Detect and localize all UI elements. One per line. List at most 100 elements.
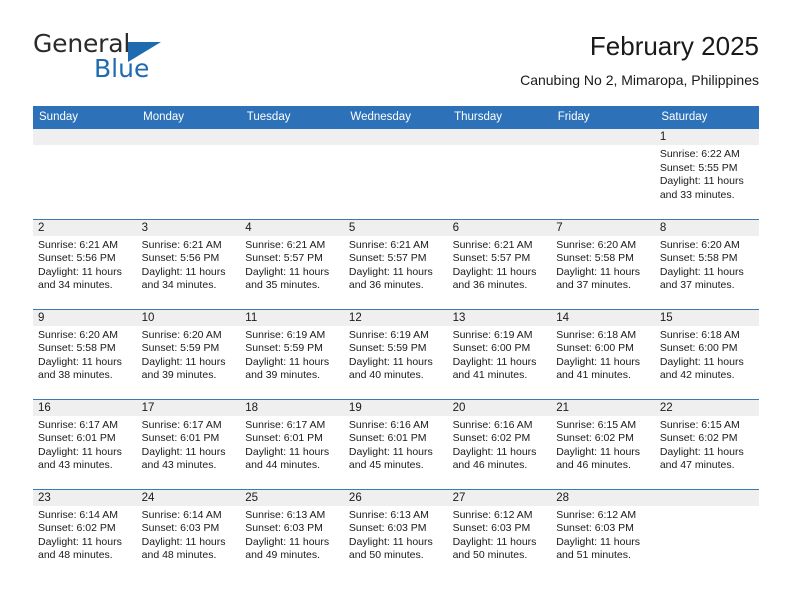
calendar-cell-inner: 9 Sunrise: 6:20 AM Sunset: 5:58 PM Daylight… (33, 309, 137, 399)
day-number: 26 (343, 489, 448, 506)
sunset-text: Sunset: 6:01 PM (141, 432, 220, 445)
calendar-day-cell[interactable]: 27 Sunrise: 6:12 AM Sunset: 6:03 PM Dayligh… (447, 488, 552, 580)
sun-info: Sunrise: 6:14 AM Sunset: 6:03 PM Daylight:… (137, 506, 241, 563)
calendar-day-cell[interactable]: 25 Sunrise: 6:13 AM Sunset: 6:03 PM Dayligh… (240, 488, 344, 579)
calendar-day-cell[interactable]: 4 Sunrise: 6:21 AM Sunset: 5:57 PM Daylight… (240, 218, 344, 309)
calendar-week-row: 9 Sunrise: 6:20 AM Sunset: 5:58 PM Daylight… (33, 308, 759, 399)
calendar-day-cell[interactable]: 28 Sunrise: 6:12 AM Sunset: 6:03 PM Dayligh… (551, 488, 655, 579)
day-number (654, 489, 759, 506)
calendar-day-cell[interactable]: 3 Sunrise: 6:21 AM Sunset: 5:56 PM Daylight… (136, 218, 241, 309)
calendar-day-cell[interactable]: 21 Sunrise: 6:15 AM Sunset: 6:02 PM Dayligh… (551, 398, 655, 489)
sun-info: Sunrise: 6:13 AM Sunset: 6:03 PM Daylight:… (240, 506, 344, 563)
day-number: 13 (447, 309, 552, 326)
calendar-cell-inner: 22 Sunrise: 6:15 AM Sunset: 6:02 PM Dayligh… (654, 399, 759, 489)
sunrise-text: Sunrise: 6:17 AM (141, 418, 222, 431)
calendar-day-cell[interactable]: 13 Sunrise: 6:19 AM Sunset: 6:00 PM Dayligh… (447, 308, 552, 399)
sunrise-text: Sunrise: 6:18 AM (556, 328, 637, 341)
calendar-day-cell[interactable]: 2 Sunrise: 6:21 AM Sunset: 5:56 PM Daylight… (33, 218, 137, 309)
calendar-day-cell[interactable]: 6 Sunrise: 6:21 AM Sunset: 5:57 PM Daylight… (447, 218, 552, 309)
sun-info: Sunrise: 6:20 AM Sunset: 5:58 PM Daylight:… (33, 326, 137, 383)
day-number (551, 129, 655, 145)
sun-info: Sunrise: 6:20 AM Sunset: 5:58 PM Daylight:… (655, 236, 759, 293)
weekday-header-friday: Friday (551, 106, 656, 129)
calendar-cell-inner: 17 Sunrise: 6:17 AM Sunset: 6:01 PM Dayligh… (136, 399, 241, 489)
calendar-day-cell[interactable]: 11 Sunrise: 6:19 AM Sunset: 5:59 PM Dayligh… (240, 308, 344, 399)
calendar-day-cell[interactable]: 15 Sunrise: 6:18 AM Sunset: 6:00 PM Dayligh… (654, 308, 759, 399)
generalblue-logo[interactable]: General Blue (33, 30, 263, 90)
calendar-day-cell[interactable]: 26 Sunrise: 6:13 AM Sunset: 6:03 PM Dayligh… (343, 488, 448, 579)
calendar-day-cell[interactable]: 1 Sunrise: 6:22 AM Sunset: 5:55 PM Daylight… (654, 129, 759, 219)
sun-info: Sunrise: 6:19 AM Sunset: 5:59 PM Daylight:… (344, 326, 448, 383)
calendar-day-cell[interactable]: 18 Sunrise: 6:17 AM Sunset: 6:01 PM Dayligh… (240, 398, 344, 489)
calendar-cell-inner: 14 Sunrise: 6:18 AM Sunset: 6:00 PM Dayligh… (551, 309, 655, 399)
daylight-text: Daylight: 11 hours and 46 minutes. (452, 445, 537, 472)
day-number: 15 (654, 309, 759, 326)
sunset-text: Sunset: 5:56 PM (38, 252, 116, 265)
sun-info: Sunrise: 6:21 AM Sunset: 5:56 PM Daylight:… (137, 236, 241, 293)
calendar-cell-empty (136, 129, 241, 219)
day-number: 3 (136, 219, 241, 236)
page-subtitle: Canubing No 2, Mimaropa, Philippines (520, 72, 759, 88)
day-number: 11 (240, 309, 344, 326)
weekday-header-saturday: Saturday (654, 106, 759, 129)
day-number: 20 (447, 399, 552, 416)
daylight-text: Daylight: 11 hours and 41 minutes. (452, 355, 537, 382)
day-number: 6 (447, 219, 552, 236)
sunset-text: Sunset: 5:58 PM (659, 252, 738, 265)
sun-info: Sunrise: 6:18 AM Sunset: 6:00 PM Daylight:… (655, 326, 759, 383)
daylight-text: Daylight: 11 hours and 37 minutes. (556, 265, 641, 292)
daylight-text: Daylight: 11 hours and 48 minutes. (38, 535, 122, 562)
sunset-text: Sunset: 6:03 PM (452, 522, 531, 535)
sun-info: Sunrise: 6:15 AM Sunset: 6:02 PM Daylight:… (655, 416, 759, 473)
daylight-text: Daylight: 11 hours and 46 minutes. (556, 445, 641, 472)
calendar-day-cell[interactable]: 8 Sunrise: 6:20 AM Sunset: 5:58 PM Daylight… (654, 218, 759, 309)
sunset-text: Sunset: 6:00 PM (452, 342, 531, 355)
sunset-text: Sunset: 6:01 PM (245, 432, 323, 445)
day-number: 25 (240, 489, 344, 506)
sunrise-text: Sunrise: 6:13 AM (348, 508, 429, 521)
calendar-day-cell[interactable]: 10 Sunrise: 6:20 AM Sunset: 5:59 PM Dayligh… (136, 308, 241, 399)
sunrise-text: Sunrise: 6:17 AM (245, 418, 326, 431)
calendar-page: General Blue February 2025 Canubing No 2… (0, 0, 792, 612)
calendar-day-cell[interactable]: 5 Sunrise: 6:21 AM Sunset: 5:57 PM Daylight… (343, 218, 448, 309)
daylight-text: Daylight: 11 hours and 42 minutes. (659, 355, 744, 382)
calendar-cell-inner: 27 Sunrise: 6:12 AM Sunset: 6:03 PM Dayligh… (447, 489, 552, 580)
calendar-grid: Sunday Monday Tuesday Wednesday Thursday… (33, 106, 759, 579)
calendar-week-row: 1 Sunrise: 6:22 AM Sunset: 5:55 PM Daylight… (33, 129, 759, 219)
calendar-cell-inner: 12 Sunrise: 6:19 AM Sunset: 5:59 PM Dayligh… (343, 309, 448, 399)
calendar-cell-inner: 5 Sunrise: 6:21 AM Sunset: 5:57 PM Daylight… (343, 219, 448, 309)
calendar-day-cell[interactable]: 23 Sunrise: 6:14 AM Sunset: 6:02 PM Dayligh… (33, 488, 137, 580)
sunrise-text: Sunrise: 6:18 AM (659, 328, 740, 341)
calendar-day-cell[interactable]: 24 Sunrise: 6:14 AM Sunset: 6:03 PM Dayligh… (136, 488, 241, 579)
day-number: 8 (654, 219, 759, 236)
calendar-day-cell[interactable]: 20 Sunrise: 6:16 AM Sunset: 6:02 PM Dayligh… (447, 398, 552, 489)
calendar-cell-empty (447, 129, 552, 219)
sunset-text: Sunset: 6:02 PM (556, 432, 634, 445)
weekday-header-row: Sunday Monday Tuesday Wednesday Thursday… (33, 106, 759, 129)
title-block: February 2025 Canubing No 2, Mimaropa, P… (520, 30, 759, 90)
sun-info: Sunrise: 6:17 AM Sunset: 6:01 PM Daylight:… (137, 416, 241, 473)
sunrise-text: Sunrise: 6:21 AM (348, 238, 429, 251)
day-number: 28 (551, 489, 655, 506)
sunset-text: Sunset: 6:03 PM (245, 522, 323, 535)
calendar-day-cell[interactable]: 12 Sunrise: 6:19 AM Sunset: 5:59 PM Dayligh… (343, 308, 448, 399)
calendar-cell-inner (240, 129, 344, 219)
calendar-day-cell[interactable]: 14 Sunrise: 6:18 AM Sunset: 6:00 PM Dayligh… (551, 308, 655, 399)
sun-info: Sunrise: 6:21 AM Sunset: 5:56 PM Daylight:… (33, 236, 137, 293)
calendar-cell-empty (240, 129, 344, 219)
calendar-day-cell[interactable]: 16 Sunrise: 6:17 AM Sunset: 6:01 PM Dayligh… (33, 398, 137, 489)
page-title: February 2025 (589, 31, 759, 61)
calendar-cell-inner: 23 Sunrise: 6:14 AM Sunset: 6:02 PM Dayligh… (33, 489, 137, 580)
sunrise-text: Sunrise: 6:19 AM (348, 328, 429, 341)
weekday-header-wednesday: Wednesday (343, 106, 449, 129)
sunrise-text: Sunrise: 6:20 AM (659, 238, 740, 251)
sun-info: Sunrise: 6:20 AM Sunset: 5:59 PM Daylight:… (137, 326, 241, 383)
calendar-day-cell[interactable]: 17 Sunrise: 6:17 AM Sunset: 6:01 PM Dayligh… (136, 398, 241, 489)
calendar-cell-inner: 8 Sunrise: 6:20 AM Sunset: 5:58 PM Daylight… (654, 219, 759, 309)
calendar-body: 1 Sunrise: 6:22 AM Sunset: 5:55 PM Daylight… (33, 129, 759, 579)
calendar-day-cell[interactable]: 9 Sunrise: 6:20 AM Sunset: 5:58 PM Daylight… (33, 308, 137, 399)
calendar-day-cell[interactable]: 7 Sunrise: 6:20 AM Sunset: 5:58 PM Daylight… (551, 218, 655, 309)
sun-info: Sunrise: 6:21 AM Sunset: 5:57 PM Daylight:… (448, 236, 552, 293)
calendar-day-cell[interactable]: 22 Sunrise: 6:15 AM Sunset: 6:02 PM Dayligh… (654, 398, 759, 489)
calendar-day-cell[interactable]: 19 Sunrise: 6:16 AM Sunset: 6:01 PM Dayligh… (343, 398, 448, 489)
